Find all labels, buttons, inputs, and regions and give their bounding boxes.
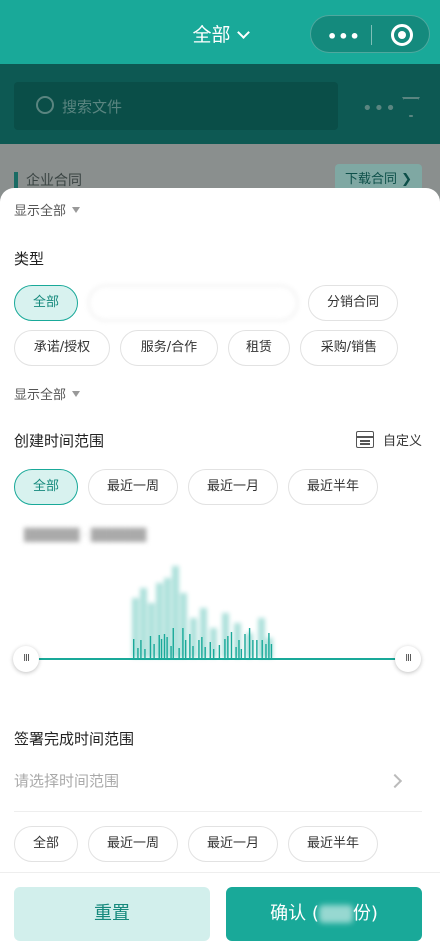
type-chip-commitment[interactable]: 承诺/授权 bbox=[14, 330, 110, 366]
top-bar: 全部 ••• bbox=[0, 0, 440, 64]
type-chip-service[interactable]: 服务/合作 bbox=[120, 330, 218, 366]
histogram-bg-bar bbox=[234, 623, 241, 658]
triangle-down-icon bbox=[72, 391, 81, 397]
histogram-bar bbox=[189, 634, 191, 658]
histogram-bar bbox=[133, 639, 135, 658]
create-time-title: 创建时间范围 bbox=[14, 432, 105, 450]
type-chip-redacted[interactable] bbox=[88, 285, 298, 321]
chevron-right-icon bbox=[387, 773, 403, 789]
histogram-bg-bar bbox=[200, 608, 207, 658]
selected-range-text: ██████ · ██████ bbox=[24, 528, 147, 542]
list-label: 企业合同 bbox=[26, 173, 82, 189]
filter-sheet: 显示全部 类型 全部 分销合同 承诺/授权 服务/合作 租赁 采购/销售 显示全… bbox=[0, 188, 440, 944]
download-contract-button: 下载合同 ❯ bbox=[334, 164, 422, 191]
histogram-bar bbox=[268, 633, 270, 658]
histogram-bg-bar bbox=[258, 618, 265, 658]
histogram-bar bbox=[198, 640, 200, 658]
histogram-bar bbox=[158, 635, 160, 658]
type-chip-purchase[interactable]: 采购/销售 bbox=[300, 330, 398, 366]
action-footer: 重置 确认 ( 份) bbox=[0, 872, 440, 944]
histogram-bar bbox=[137, 648, 139, 658]
capsule-divider bbox=[371, 25, 372, 45]
histogram-bar bbox=[184, 640, 187, 658]
confirm-button[interactable]: 确认 ( 份) bbox=[226, 887, 422, 941]
triangle-down-icon bbox=[72, 207, 81, 213]
histogram-bar bbox=[230, 632, 233, 658]
sign-time-placeholder: 请选择时间范围 bbox=[14, 772, 120, 790]
histogram-bar bbox=[265, 644, 267, 658]
histogram-bar bbox=[209, 642, 211, 658]
histogram-bar bbox=[149, 636, 152, 658]
custom-range-button[interactable]: 自定义 bbox=[383, 430, 422, 449]
histogram-bar bbox=[170, 646, 172, 658]
page-title: 全部 bbox=[192, 24, 231, 46]
filter-icon bbox=[402, 97, 420, 117]
sign-chip-month[interactable]: 最近一月 bbox=[188, 826, 278, 862]
histogram-bar bbox=[163, 634, 166, 658]
histogram-bar bbox=[270, 644, 273, 658]
show-all-label: 显示全部 bbox=[14, 204, 67, 219]
show-all-label: 显示全部 bbox=[14, 388, 67, 403]
search-icon bbox=[36, 96, 54, 114]
record-target-icon[interactable] bbox=[391, 24, 413, 46]
confirm-prefix: 确认 ( bbox=[270, 903, 319, 924]
histogram-bar bbox=[252, 640, 254, 658]
range-handle-end[interactable]: III bbox=[395, 646, 421, 672]
histogram-bar bbox=[244, 634, 246, 658]
type-chip-distribution[interactable]: 分销合同 bbox=[308, 285, 398, 321]
histogram-bar bbox=[235, 647, 237, 658]
histogram-bar bbox=[212, 649, 215, 658]
time-chip-half-year[interactable]: 最近半年 bbox=[288, 469, 378, 505]
histogram-bar bbox=[218, 645, 221, 658]
reset-button[interactable]: 重置 bbox=[14, 887, 210, 941]
calendar-icon[interactable] bbox=[356, 431, 374, 448]
range-handle-start[interactable]: III bbox=[13, 646, 39, 672]
histogram-bar bbox=[153, 644, 155, 658]
show-all-toggle-top[interactable]: 显示全部 bbox=[14, 200, 81, 219]
date-histogram bbox=[132, 566, 273, 658]
sign-time-title: 签署完成时间范围 bbox=[14, 730, 135, 748]
time-chip-month[interactable]: 最近一月 bbox=[188, 469, 278, 505]
search-box: 搜索文件 bbox=[14, 82, 338, 130]
sign-time-picker[interactable]: 请选择时间范围 bbox=[14, 768, 422, 812]
show-all-toggle-bottom[interactable]: 显示全部 bbox=[14, 384, 81, 403]
sign-chip-week[interactable]: 最近一周 bbox=[88, 826, 178, 862]
mini-program-capsule: ••• bbox=[310, 15, 430, 53]
histogram-bar bbox=[204, 647, 206, 658]
histogram-bar bbox=[182, 628, 184, 658]
histogram-bar bbox=[172, 628, 174, 658]
confirm-suffix: 份) bbox=[352, 903, 378, 924]
sign-chip-all[interactable]: 全部 bbox=[14, 826, 78, 862]
histogram-bar bbox=[201, 637, 203, 658]
histogram-bar bbox=[192, 646, 194, 658]
more-icon: ••• bbox=[362, 98, 397, 119]
time-chip-all[interactable]: 全部 bbox=[14, 469, 78, 505]
type-chip-lease[interactable]: 租赁 bbox=[228, 330, 290, 366]
histogram-bar bbox=[238, 640, 240, 658]
histogram-bar bbox=[178, 648, 180, 658]
more-dots-icon[interactable]: ••• bbox=[327, 27, 361, 46]
histogram-bar bbox=[160, 639, 163, 658]
background-search-area: 搜索文件 ••• bbox=[0, 64, 440, 144]
search-placeholder: 搜索文件 bbox=[62, 98, 123, 116]
section-marker bbox=[14, 172, 18, 188]
sign-chip-half-year[interactable]: 最近半年 bbox=[288, 826, 378, 862]
time-chip-week[interactable]: 最近一周 bbox=[88, 469, 178, 505]
histogram-bar bbox=[256, 640, 258, 658]
type-section-title: 类型 bbox=[14, 250, 45, 268]
histogram-bar bbox=[227, 636, 229, 658]
type-chip-all[interactable]: 全部 bbox=[14, 285, 78, 321]
histogram-bar bbox=[144, 649, 146, 658]
histogram-bar bbox=[140, 640, 142, 658]
histogram-bar bbox=[240, 649, 243, 658]
histogram-bar bbox=[248, 628, 251, 658]
histogram-bar bbox=[224, 639, 226, 658]
chevron-down-icon bbox=[236, 26, 250, 39]
range-slider-track[interactable] bbox=[26, 658, 408, 660]
histogram-bar bbox=[261, 640, 263, 658]
histogram-bar bbox=[166, 637, 168, 658]
confirm-count-redacted bbox=[318, 905, 353, 923]
